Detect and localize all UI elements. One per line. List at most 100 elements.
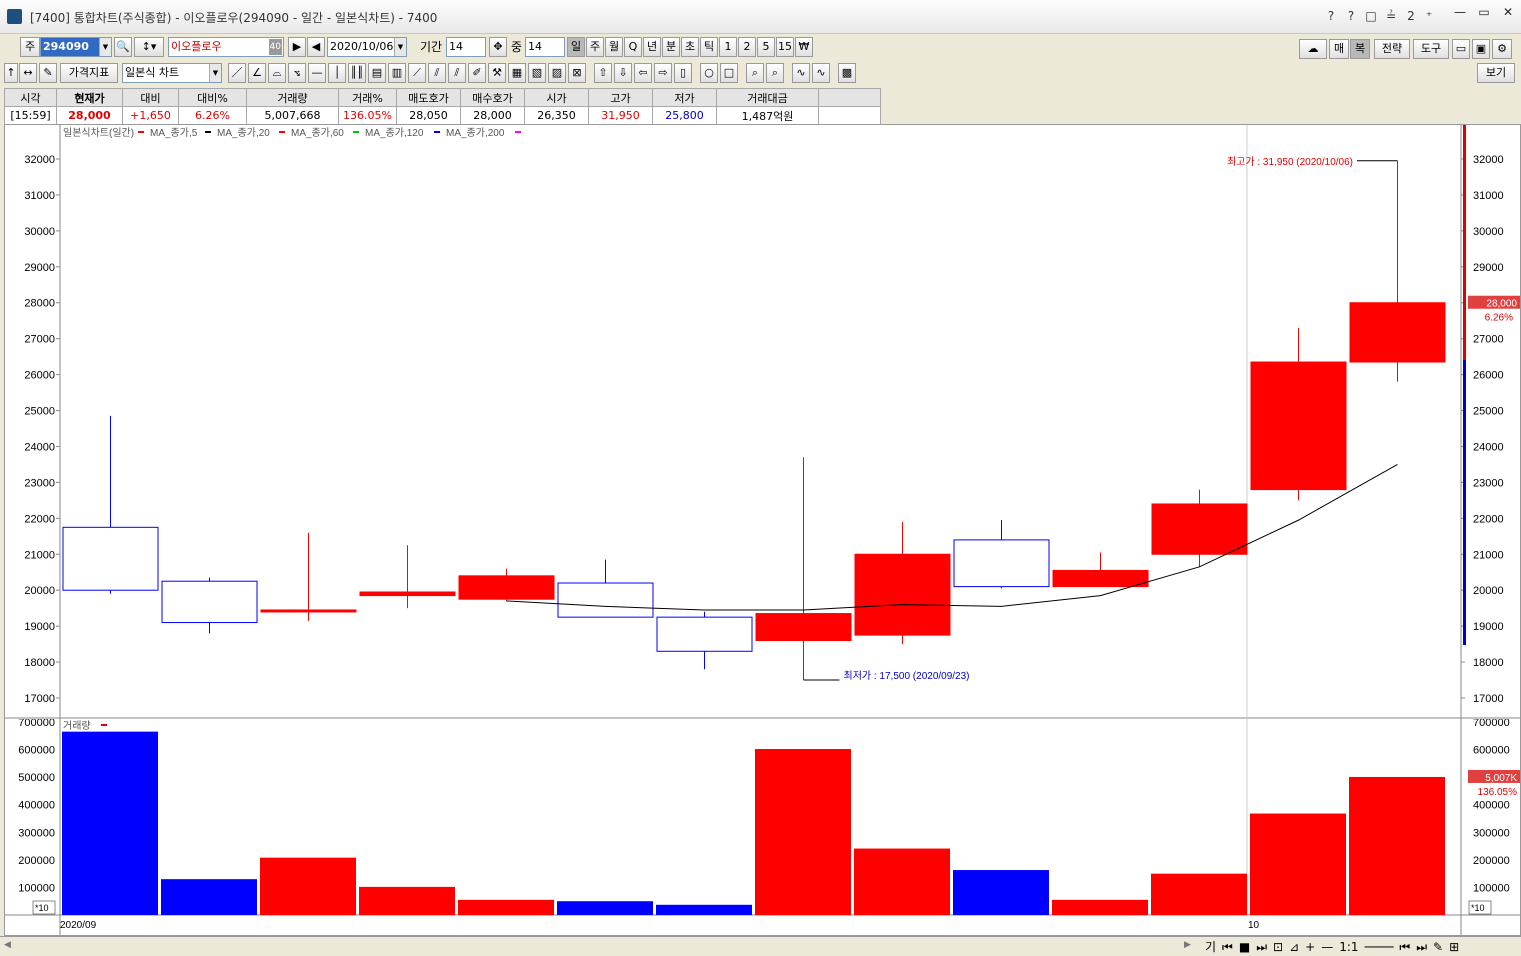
zoom-in-icon[interactable]: ⌕	[746, 63, 764, 83]
tool-icon[interactable]: ⚒	[488, 63, 506, 83]
chevron-down-icon[interactable]: ▼	[209, 64, 221, 82]
timeframe-button-2[interactable]: 월	[605, 37, 623, 57]
arrow-up-icon[interactable]: ⇧	[594, 63, 612, 83]
layout-icon[interactable]: □	[1362, 6, 1380, 26]
cloud-icon[interactable]: ☁	[1299, 39, 1327, 59]
arrow-down-icon[interactable]: ⇩	[614, 63, 632, 83]
timeframe-button-0[interactable]: 일	[567, 37, 585, 57]
search-icon[interactable]: 🔍	[114, 37, 132, 57]
volume-chart[interactable]: 100000 100000 200000 200000 300000 300000 4000…	[5, 719, 1520, 935]
line-icon[interactable]: ／	[228, 63, 246, 83]
timeframe-button-9[interactable]: 2	[738, 37, 756, 57]
channel-icon[interactable]: ▥	[388, 63, 406, 83]
screen-number-button[interactable]: 2	[1402, 6, 1420, 26]
nav-control-6[interactable]: +	[1305, 940, 1315, 954]
scroll-left-icon[interactable]: ◀	[4, 940, 18, 954]
nav-control-3[interactable]: ⏭	[1256, 940, 1267, 954]
nav-control-10[interactable]: ⏮	[1399, 940, 1410, 954]
nav-control-9[interactable]: ────	[1365, 940, 1394, 954]
chart-area[interactable]: 17000 17000 18000 18000 19000 19000 20000 20000…	[4, 124, 1521, 936]
folder-icon[interactable]: ▭	[1452, 39, 1470, 59]
trend-icon[interactable]: ⟋	[408, 63, 426, 83]
tools-button[interactable]: 도구	[1413, 39, 1449, 59]
fill-icon[interactable]: ▧	[528, 63, 546, 83]
timeframe-button-7[interactable]: 틱	[700, 37, 718, 57]
parallel2-icon[interactable]: ⫽	[448, 63, 466, 83]
multi-button[interactable]: 복	[1350, 39, 1370, 59]
help-icon[interactable]: ?	[1322, 6, 1340, 26]
angle-icon[interactable]: ∠	[248, 63, 266, 83]
sort-dropdown-button[interactable]: ↕▾	[134, 37, 164, 57]
zoom-out-icon[interactable]: ⌕	[766, 63, 784, 83]
image-icon[interactable]: ▩	[838, 63, 856, 83]
nav-control-7[interactable]: —	[1321, 940, 1333, 954]
pen-icon[interactable]: ✐	[468, 63, 486, 83]
arrow-right-icon[interactable]: ⇨	[654, 63, 672, 83]
arrow-left-icon[interactable]: ⇦	[634, 63, 652, 83]
next-arrow-icon[interactable]: ▶	[288, 37, 306, 57]
help-button[interactable]: ?	[1342, 6, 1360, 26]
trade-button[interactable]: 매	[1329, 39, 1349, 59]
parallel-icon[interactable]: ⫽	[428, 63, 446, 83]
scroll-right-icon[interactable]: ▶	[1184, 940, 1198, 954]
up-arrow-icon[interactable]: ↑	[4, 63, 18, 83]
date-input[interactable]: 2020/10/06 ▼	[327, 37, 407, 57]
mid-input[interactable]: 14	[525, 37, 565, 57]
nav-control-5[interactable]: ⊿	[1289, 940, 1299, 954]
timeframe-button-1[interactable]: 주	[586, 37, 604, 57]
period-input[interactable]: 14	[446, 37, 486, 57]
wave-icon[interactable]: ∿	[792, 63, 810, 83]
timeframe-button-4[interactable]: 년	[643, 37, 661, 57]
nav-control-0[interactable]: 기	[1205, 940, 1216, 954]
minimize-button[interactable]: —	[1448, 3, 1472, 23]
arc-icon[interactable]: ⌓	[268, 63, 286, 83]
superscript-icon[interactable]: ⁺	[1420, 6, 1438, 26]
save-icon[interactable]: ▣	[1472, 39, 1490, 59]
chevron-down-icon[interactable]: ▼	[394, 38, 406, 56]
nav-control-8[interactable]: 1:1	[1339, 940, 1358, 954]
chevron-down-icon[interactable]: ▼	[99, 38, 111, 56]
circle-icon[interactable]: ○	[700, 63, 718, 83]
grid-icon[interactable]: ▤	[368, 63, 386, 83]
prev-arrow-icon[interactable]: ◀	[307, 37, 325, 57]
nav-control-1[interactable]: ⏮	[1222, 940, 1233, 954]
expand-icon[interactable]: ↔	[19, 63, 37, 83]
chart-type-select[interactable]: 일본식 차트 ▼	[122, 63, 222, 83]
wave2-icon[interactable]: ∿	[812, 63, 830, 83]
nav-control-4[interactable]: ⊡	[1273, 940, 1283, 954]
timeframe-button-10[interactable]: 5	[757, 37, 775, 57]
timeframe-button-11[interactable]: 15	[776, 37, 794, 57]
price-chart[interactable]: 17000 17000 18000 18000 19000 19000 20000 20000…	[5, 125, 1520, 719]
move-icon[interactable]: ✥	[489, 37, 507, 57]
nav-control-11[interactable]: ⏭	[1416, 940, 1427, 954]
stock-name-field[interactable]: 이오플로우 40	[168, 37, 284, 57]
timeframe-button-3[interactable]: Q	[624, 37, 642, 57]
doc-icon[interactable]: ▯	[674, 63, 692, 83]
strategy-button[interactable]: 전략	[1374, 39, 1410, 59]
hline-icon[interactable]: —	[308, 63, 326, 83]
edit-icon[interactable]: ✎	[39, 63, 57, 83]
close-button[interactable]: ✕	[1496, 3, 1520, 23]
vline-icon[interactable]: │	[328, 63, 346, 83]
timeframe-button-8[interactable]: 1	[719, 37, 737, 57]
rect-icon[interactable]: □	[720, 63, 738, 83]
multi-vline-icon[interactable]: ║║	[348, 63, 366, 83]
price-indicator-button[interactable]: 가격지표	[60, 63, 118, 83]
market-button[interactable]: 주	[20, 37, 40, 57]
view-button[interactable]: 보기	[1477, 63, 1515, 83]
erase-icon[interactable]: ⊠	[568, 63, 586, 83]
fan-icon[interactable]: ⦪	[288, 63, 306, 83]
timeframe-button-5[interactable]: 분	[662, 37, 680, 57]
timeframe-button-12[interactable]: ₩	[795, 37, 813, 57]
timeframe-button-6[interactable]: 초	[681, 37, 699, 57]
color-icon[interactable]: ▦	[508, 63, 526, 83]
nav-control-2[interactable]: ■	[1239, 940, 1250, 954]
stock-code-input[interactable]: 294090 ▼	[40, 37, 112, 57]
nav-control-13[interactable]: ⊞	[1449, 940, 1459, 954]
horizontal-scrollbar[interactable]: ◀ ▶ 기 ⏮ ■ ⏭ ⊡ ⊿ + — 1:1 ──── ⏮ ⏭ ✎ ⊞	[0, 936, 1521, 956]
maximize-button[interactable]: ▭	[1472, 3, 1496, 23]
nav-control-12[interactable]: ✎	[1433, 940, 1443, 954]
settings-icon[interactable]: ≟	[1382, 6, 1400, 26]
wrench-icon[interactable]: ⚙	[1492, 39, 1512, 59]
text-icon[interactable]: ▨	[548, 63, 566, 83]
